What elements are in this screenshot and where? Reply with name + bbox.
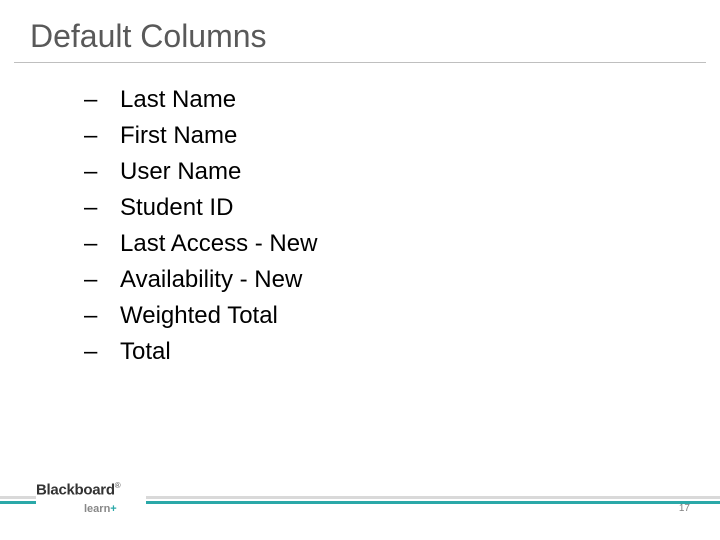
list-item: – Last Name bbox=[84, 86, 317, 114]
bullet-dash: – bbox=[84, 302, 120, 330]
list-item: – Total bbox=[84, 338, 317, 366]
logo-main-text: Blackboard bbox=[36, 481, 115, 498]
logo-sub-label: learn bbox=[84, 503, 110, 515]
list-item: – Weighted Total bbox=[84, 302, 317, 330]
list-item-label: User Name bbox=[120, 158, 241, 186]
list-item-label: Last Access - New bbox=[120, 230, 317, 258]
blackboard-logo: Blackboard® learn+ bbox=[36, 482, 146, 516]
page-number: 17 bbox=[679, 503, 690, 514]
list-item: – Availability - New bbox=[84, 266, 317, 294]
bullet-dash: – bbox=[84, 158, 120, 186]
column-list: – Last Name – First Name – User Name – S… bbox=[84, 86, 317, 374]
list-item-label: Availability - New bbox=[120, 266, 302, 294]
list-item-label: Student ID bbox=[120, 194, 233, 222]
slide-title: Default Columns bbox=[30, 18, 267, 55]
list-item: – Last Access - New bbox=[84, 230, 317, 258]
list-item-label: Weighted Total bbox=[120, 302, 278, 330]
list-item-label: Last Name bbox=[120, 86, 236, 114]
logo-sub-text: learn+ bbox=[84, 503, 117, 515]
logo-registered-icon: ® bbox=[115, 481, 121, 490]
bullet-dash: – bbox=[84, 122, 120, 150]
list-item: – User Name bbox=[84, 158, 317, 186]
list-item-label: First Name bbox=[120, 122, 237, 150]
logo-plus-icon: + bbox=[110, 503, 116, 515]
logo-sub-row: learn+ bbox=[36, 499, 146, 517]
list-item: – Student ID bbox=[84, 194, 317, 222]
slide: Default Columns – Last Name – First Name… bbox=[0, 0, 720, 540]
bullet-dash: – bbox=[84, 266, 120, 294]
bullet-dash: – bbox=[84, 194, 120, 222]
bullet-dash: – bbox=[84, 86, 120, 114]
list-item: – First Name bbox=[84, 122, 317, 150]
bullet-dash: – bbox=[84, 338, 120, 366]
list-item-label: Total bbox=[120, 338, 171, 366]
bullet-dash: – bbox=[84, 230, 120, 258]
title-underline bbox=[14, 62, 706, 63]
logo-main-row: Blackboard® bbox=[36, 481, 146, 499]
